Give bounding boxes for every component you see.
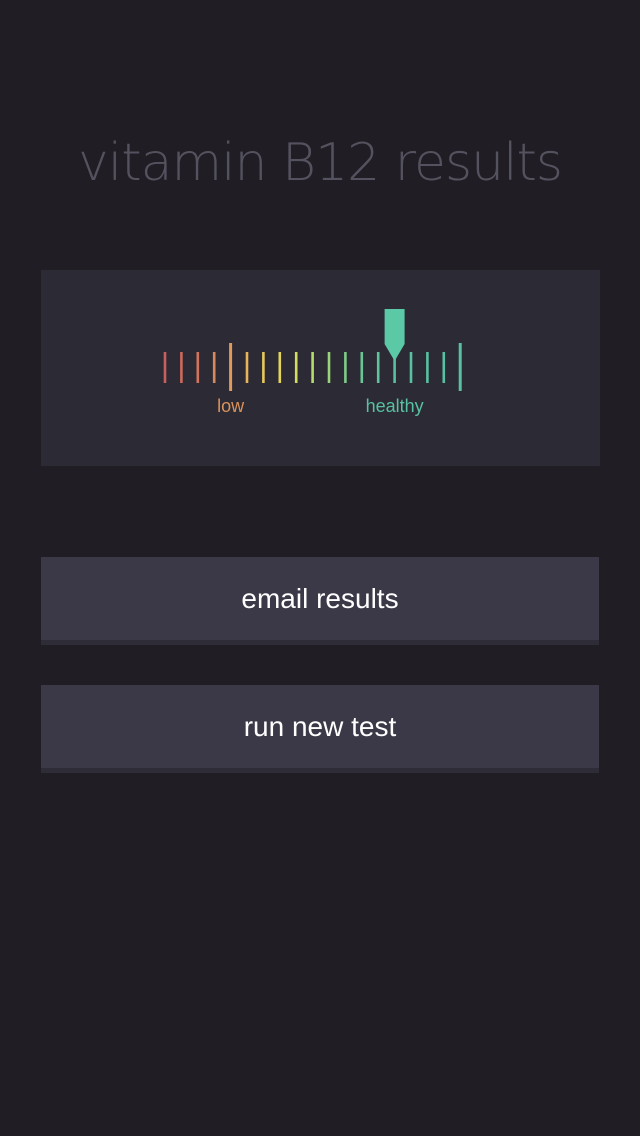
page-title: vitamin B12 results bbox=[77, 133, 563, 193]
run-new-test-label: run new test bbox=[243, 711, 397, 742]
result-marker-icon bbox=[384, 309, 405, 361]
email-results-label: email results bbox=[241, 583, 399, 614]
email-results-button[interactable]: email results bbox=[41, 557, 599, 645]
result-gauge bbox=[163, 309, 462, 391]
healthy-label: healthy bbox=[365, 396, 424, 416]
gauge-ticks bbox=[163, 343, 462, 391]
run-new-test-button[interactable]: run new test bbox=[41, 685, 599, 773]
low-label: low bbox=[217, 396, 245, 416]
result-gauge-card: low healthy bbox=[41, 270, 600, 466]
